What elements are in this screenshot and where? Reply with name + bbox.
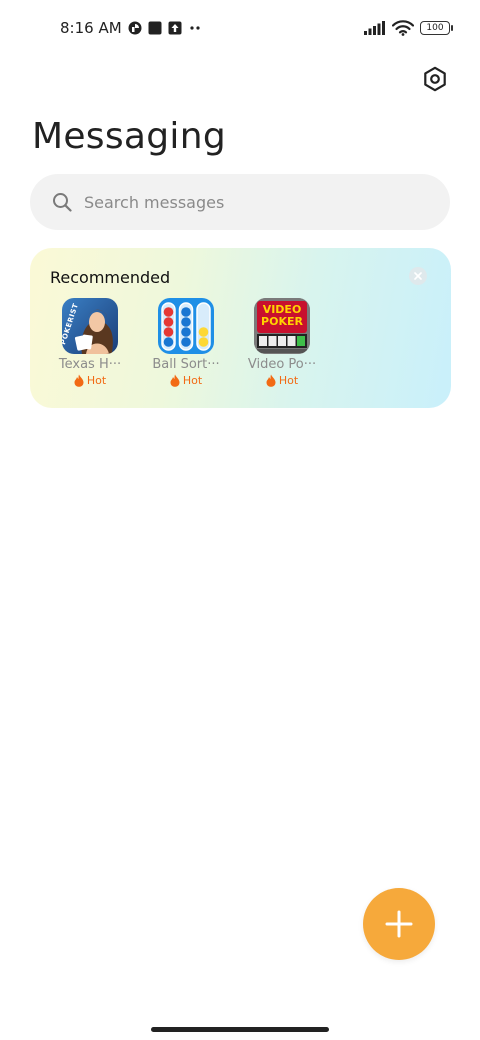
fire-icon — [170, 374, 180, 387]
recommended-apps: POKERIST Texas H··· Hot Ball Sort··· Hot… — [52, 298, 320, 387]
home-indicator[interactable] — [151, 1027, 329, 1032]
signal-icon — [364, 21, 386, 35]
video-poker-logo: VIDEO POKER — [254, 304, 310, 328]
app-name: Texas H··· — [58, 357, 122, 372]
upload-notification-icon — [168, 21, 182, 35]
hot-badge: Hot — [170, 374, 202, 387]
hot-label: Hot — [86, 374, 107, 387]
recommended-card: Recommended POKERIST Texas H··· Hot Ball… — [30, 248, 451, 408]
fire-icon — [74, 374, 84, 387]
app-notification-icon — [128, 21, 142, 35]
ball-sort-app-icon — [158, 298, 214, 354]
poker-text: POKER — [261, 315, 303, 328]
more-notifications-icon — [188, 21, 202, 35]
app-name: Video Po··· — [247, 357, 317, 372]
settings-hexagon-icon — [424, 66, 446, 92]
status-right: 100 — [364, 20, 453, 36]
page-title: Messaging — [32, 116, 227, 157]
settings-button[interactable] — [418, 62, 452, 96]
close-recommended-button[interactable] — [409, 267, 427, 285]
texas-holdem-app-icon: POKERIST — [62, 298, 118, 354]
video-poker-app-icon: VIDEO POKER — [254, 298, 310, 354]
hot-badge: Hot — [74, 374, 106, 387]
app-texas-holdem[interactable]: POKERIST Texas H··· Hot — [52, 298, 128, 387]
hot-badge: Hot — [266, 374, 298, 387]
status-bar: 8:16 AM 100 — [0, 0, 480, 56]
square-notification-icon — [148, 21, 162, 35]
status-time: 8:16 AM — [60, 19, 122, 37]
plus-icon — [385, 910, 413, 938]
hot-label: Hot — [182, 374, 203, 387]
battery-indicator: 100 — [420, 21, 453, 35]
recommended-title: Recommended — [50, 268, 171, 287]
new-message-button[interactable] — [363, 888, 435, 960]
app-video-poker[interactable]: VIDEO POKER Video Po··· Hot — [244, 298, 320, 387]
status-left: 8:16 AM — [60, 19, 202, 37]
fire-icon — [266, 374, 276, 387]
hot-label: Hot — [278, 374, 299, 387]
close-icon — [414, 272, 422, 280]
messaging-screen: 8:16 AM 100 Messaging Search messages Re… — [0, 0, 480, 1040]
app-name: Ball Sort··· — [152, 357, 220, 372]
search-input[interactable] — [84, 192, 404, 212]
app-ball-sort[interactable]: Ball Sort··· Hot — [148, 298, 224, 387]
search-bar[interactable] — [30, 174, 450, 230]
search-icon — [53, 193, 72, 212]
wifi-icon — [392, 20, 414, 36]
